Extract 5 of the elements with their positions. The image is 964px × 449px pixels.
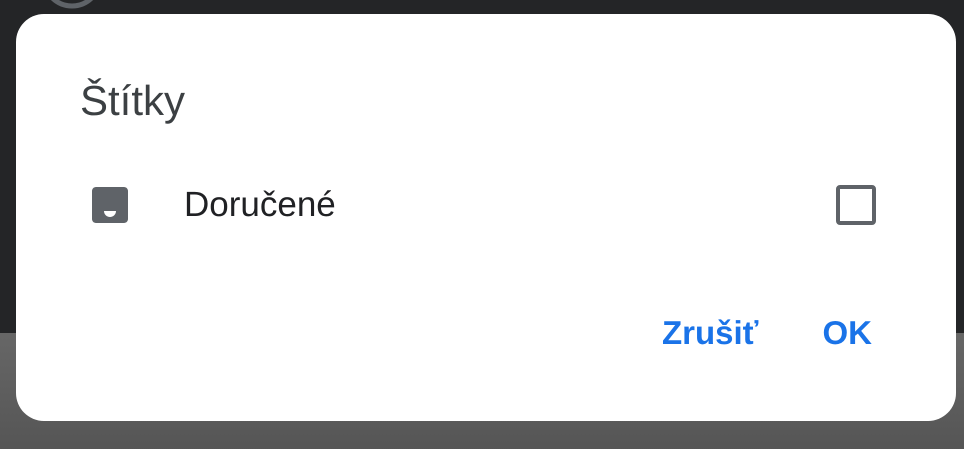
dialog-title: Štítky [80,80,186,122]
label-name: Doručené [184,185,337,225]
checkbox[interactable] [836,185,876,225]
ok-button[interactable]: OK [800,308,894,358]
cancel-button[interactable]: Zrušiť [640,308,780,358]
